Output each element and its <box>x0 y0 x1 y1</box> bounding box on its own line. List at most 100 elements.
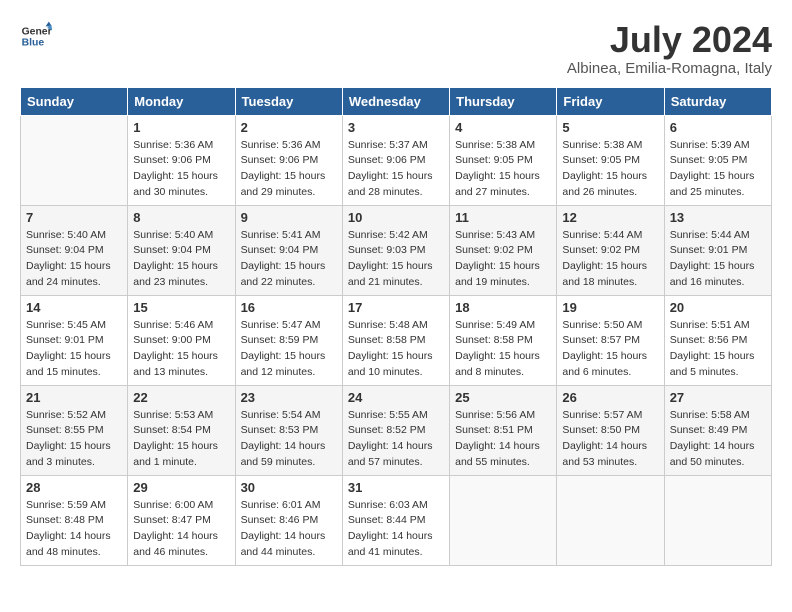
day-number: 30 <box>241 480 337 495</box>
weekday-header-thursday: Thursday <box>450 87 557 115</box>
calendar-cell: 2 Sunrise: 5:36 AMSunset: 9:06 PMDaylight… <box>235 115 342 205</box>
day-number: 3 <box>348 120 444 135</box>
day-number: 22 <box>133 390 229 405</box>
calendar-week-row: 28 Sunrise: 5:59 AMSunset: 8:48 PMDayligh… <box>21 475 772 565</box>
day-info: Sunrise: 5:40 AMSunset: 9:04 PMDaylight:… <box>26 228 122 291</box>
day-info: Sunrise: 5:44 AMSunset: 9:01 PMDaylight:… <box>670 228 766 291</box>
calendar-week-row: 14 Sunrise: 5:45 AMSunset: 9:01 PMDayligh… <box>21 295 772 385</box>
day-number: 10 <box>348 210 444 225</box>
day-number: 19 <box>562 300 658 315</box>
day-number: 20 <box>670 300 766 315</box>
calendar-cell: 12 Sunrise: 5:44 AMSunset: 9:02 PMDayligh… <box>557 205 664 295</box>
day-number: 24 <box>348 390 444 405</box>
day-number: 2 <box>241 120 337 135</box>
day-number: 8 <box>133 210 229 225</box>
calendar-cell: 28 Sunrise: 5:59 AMSunset: 8:48 PMDayligh… <box>21 475 128 565</box>
day-info: Sunrise: 5:40 AMSunset: 9:04 PMDaylight:… <box>133 228 229 291</box>
day-number: 31 <box>348 480 444 495</box>
day-info: Sunrise: 5:54 AMSunset: 8:53 PMDaylight:… <box>241 408 337 471</box>
calendar-cell: 21Sunrise: 5:52 AMSunset: 8:55 PMDayligh… <box>21 385 128 475</box>
day-info: Sunrise: 5:57 AMSunset: 8:50 PMDaylight:… <box>562 408 658 471</box>
day-info: Sunrise: 5:43 AMSunset: 9:02 PMDaylight:… <box>455 228 551 291</box>
day-info: Sunrise: 5:56 AMSunset: 8:51 PMDaylight:… <box>455 408 551 471</box>
day-number: 6 <box>670 120 766 135</box>
day-number: 16 <box>241 300 337 315</box>
calendar-cell: 18Sunrise: 5:49 AMSunset: 8:58 PMDayligh… <box>450 295 557 385</box>
day-info: Sunrise: 5:38 AMSunset: 9:05 PMDaylight:… <box>455 138 551 201</box>
calendar-cell: 24Sunrise: 5:55 AMSunset: 8:52 PMDayligh… <box>342 385 449 475</box>
day-info: Sunrise: 5:36 AMSunset: 9:06 PMDaylight:… <box>133 138 229 201</box>
calendar-cell <box>21 115 128 205</box>
svg-text:Blue: Blue <box>22 38 45 49</box>
weekday-header-sunday: Sunday <box>21 87 128 115</box>
weekday-header-friday: Friday <box>557 87 664 115</box>
weekday-header-monday: Monday <box>128 87 235 115</box>
day-number: 5 <box>562 120 658 135</box>
day-info: Sunrise: 5:36 AMSunset: 9:06 PMDaylight:… <box>241 138 337 201</box>
day-info: Sunrise: 5:45 AMSunset: 9:01 PMDaylight:… <box>26 318 122 381</box>
calendar-cell: 4 Sunrise: 5:38 AMSunset: 9:05 PMDaylight… <box>450 115 557 205</box>
logo: General Blue <box>20 20 52 52</box>
day-info: Sunrise: 5:41 AMSunset: 9:04 PMDaylight:… <box>241 228 337 291</box>
title-area: July 2024 Albinea, Emilia-Romagna, Italy <box>567 20 772 77</box>
calendar-cell: 23 Sunrise: 5:54 AMSunset: 8:53 PMDayligh… <box>235 385 342 475</box>
day-number: 1 <box>133 120 229 135</box>
calendar-week-row: 7 Sunrise: 5:40 AMSunset: 9:04 PMDaylight… <box>21 205 772 295</box>
calendar-cell: 31 Sunrise: 6:03 AMSunset: 8:44 PMDayligh… <box>342 475 449 565</box>
day-number: 23 <box>241 390 337 405</box>
calendar-cell <box>557 475 664 565</box>
weekday-header-wednesday: Wednesday <box>342 87 449 115</box>
day-info: Sunrise: 5:46 AMSunset: 9:00 PMDaylight:… <box>133 318 229 381</box>
calendar-cell: 8 Sunrise: 5:40 AMSunset: 9:04 PMDaylight… <box>128 205 235 295</box>
calendar-cell: 13 Sunrise: 5:44 AMSunset: 9:01 PMDayligh… <box>664 205 771 295</box>
calendar-cell: 16 Sunrise: 5:47 AMSunset: 8:59 PMDayligh… <box>235 295 342 385</box>
day-info: Sunrise: 5:51 AMSunset: 8:56 PMDaylight:… <box>670 318 766 381</box>
day-number: 13 <box>670 210 766 225</box>
day-info: Sunrise: 5:59 AMSunset: 8:48 PMDaylight:… <box>26 498 122 561</box>
day-number: 29 <box>133 480 229 495</box>
calendar-cell: 9Sunrise: 5:41 AMSunset: 9:04 PMDaylight… <box>235 205 342 295</box>
calendar-week-row: 21Sunrise: 5:52 AMSunset: 8:55 PMDayligh… <box>21 385 772 475</box>
calendar-cell: 10 Sunrise: 5:42 AMSunset: 9:03 PMDayligh… <box>342 205 449 295</box>
day-number: 27 <box>670 390 766 405</box>
day-info: Sunrise: 5:48 AMSunset: 8:58 PMDaylight:… <box>348 318 444 381</box>
day-number: 4 <box>455 120 551 135</box>
day-info: Sunrise: 6:03 AMSunset: 8:44 PMDaylight:… <box>348 498 444 561</box>
day-number: 14 <box>26 300 122 315</box>
calendar-cell: 5Sunrise: 5:38 AMSunset: 9:05 PMDaylight… <box>557 115 664 205</box>
calendar-cell: 15Sunrise: 5:46 AMSunset: 9:00 PMDayligh… <box>128 295 235 385</box>
calendar-cell: 11Sunrise: 5:43 AMSunset: 9:02 PMDayligh… <box>450 205 557 295</box>
day-info: Sunrise: 5:52 AMSunset: 8:55 PMDaylight:… <box>26 408 122 471</box>
day-info: Sunrise: 6:01 AMSunset: 8:46 PMDaylight:… <box>241 498 337 561</box>
calendar-cell: 25Sunrise: 5:56 AMSunset: 8:51 PMDayligh… <box>450 385 557 475</box>
calendar-cell: 22 Sunrise: 5:53 AMSunset: 8:54 PMDayligh… <box>128 385 235 475</box>
weekday-header-tuesday: Tuesday <box>235 87 342 115</box>
calendar-cell: 19Sunrise: 5:50 AMSunset: 8:57 PMDayligh… <box>557 295 664 385</box>
calendar-cell: 14 Sunrise: 5:45 AMSunset: 9:01 PMDayligh… <box>21 295 128 385</box>
day-number: 17 <box>348 300 444 315</box>
day-number: 7 <box>26 210 122 225</box>
day-info: Sunrise: 5:49 AMSunset: 8:58 PMDaylight:… <box>455 318 551 381</box>
day-number: 28 <box>26 480 122 495</box>
day-number: 26 <box>562 390 658 405</box>
weekday-header-row: SundayMondayTuesdayWednesdayThursdayFrid… <box>21 87 772 115</box>
calendar-cell: 7 Sunrise: 5:40 AMSunset: 9:04 PMDaylight… <box>21 205 128 295</box>
day-info: Sunrise: 5:47 AMSunset: 8:59 PMDaylight:… <box>241 318 337 381</box>
day-info: Sunrise: 5:42 AMSunset: 9:03 PMDaylight:… <box>348 228 444 291</box>
day-number: 12 <box>562 210 658 225</box>
day-info: Sunrise: 5:58 AMSunset: 8:49 PMDaylight:… <box>670 408 766 471</box>
calendar-cell: 30 Sunrise: 6:01 AMSunset: 8:46 PMDayligh… <box>235 475 342 565</box>
day-info: Sunrise: 5:53 AMSunset: 8:54 PMDaylight:… <box>133 408 229 471</box>
calendar-cell: 26 Sunrise: 5:57 AMSunset: 8:50 PMDayligh… <box>557 385 664 475</box>
day-info: Sunrise: 5:39 AMSunset: 9:05 PMDaylight:… <box>670 138 766 201</box>
calendar-table: SundayMondayTuesdayWednesdayThursdayFrid… <box>20 87 772 566</box>
day-info: Sunrise: 5:44 AMSunset: 9:02 PMDaylight:… <box>562 228 658 291</box>
logo-icon: General Blue <box>20 20 52 52</box>
calendar-cell: 3Sunrise: 5:37 AMSunset: 9:06 PMDaylight… <box>342 115 449 205</box>
calendar-subtitle: Albinea, Emilia-Romagna, Italy <box>567 60 772 77</box>
calendar-cell <box>664 475 771 565</box>
calendar-cell: 17 Sunrise: 5:48 AMSunset: 8:58 PMDayligh… <box>342 295 449 385</box>
calendar-cell <box>450 475 557 565</box>
calendar-week-row: 1 Sunrise: 5:36 AMSunset: 9:06 PMDaylight… <box>21 115 772 205</box>
weekday-header-saturday: Saturday <box>664 87 771 115</box>
